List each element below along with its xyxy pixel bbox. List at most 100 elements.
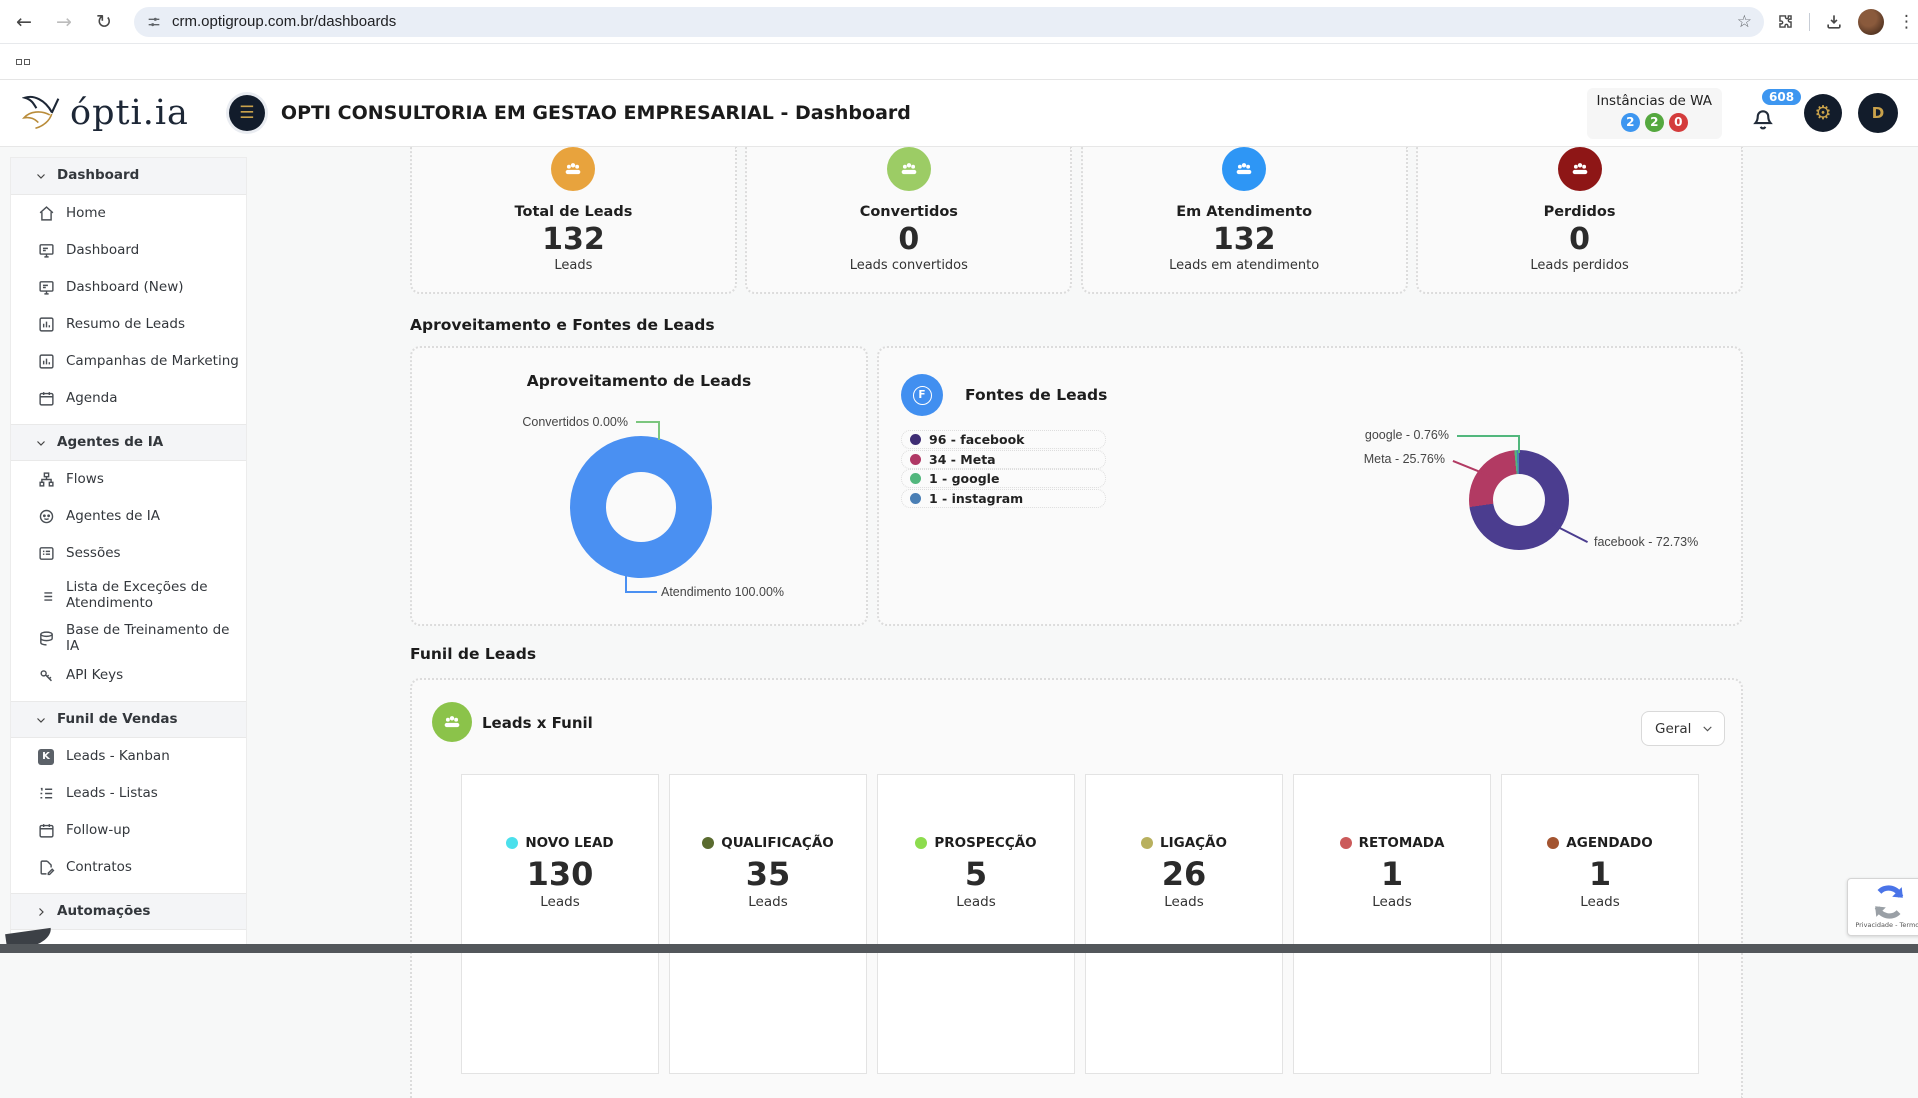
- database-icon: [38, 630, 55, 647]
- sidebar-item-dashboard-new[interactable]: Dashboard (New): [11, 269, 246, 306]
- section-label: Automações: [57, 904, 150, 920]
- sidebar-item-leads-kanban[interactable]: K Leads - Kanban: [11, 738, 246, 775]
- stage-name: LIGAÇÃO: [1160, 835, 1227, 851]
- app-logo[interactable]: ópti.ia: [22, 92, 189, 134]
- card-leads-x-funil: Leads x Funil Geral NOVO LEAD 130 Leads …: [410, 678, 1743, 1098]
- stat-card-em-atendimento: Em Atendimento 132 Leads em atendimento: [1081, 147, 1408, 294]
- reload-icon[interactable]: ↻: [88, 6, 120, 38]
- stat-value: 0: [747, 222, 1070, 257]
- bar-chart-icon: [38, 353, 55, 370]
- sidebar-item-flows[interactable]: Flows: [11, 461, 246, 498]
- bot-icon: [38, 508, 55, 525]
- stat-value: 132: [412, 222, 735, 257]
- filter-value: Geral: [1655, 721, 1691, 737]
- sidebar-item-dashboard[interactable]: Dashboard: [11, 232, 246, 269]
- gear-icon: ⚙: [1814, 102, 1831, 124]
- card-aproveitamento-de-leads: Aproveitamento de Leads Convertidos 0.00…: [410, 346, 868, 626]
- legend-label: 34 - Meta: [929, 452, 996, 467]
- bookmarks-bar: [0, 44, 1918, 80]
- hummingbird-logo-icon: [22, 92, 68, 134]
- back-icon[interactable]: ←: [8, 6, 40, 38]
- sidebar-item-contratos[interactable]: Contratos: [11, 849, 246, 886]
- wa-badge-connected: 2: [1621, 113, 1640, 132]
- legend-item-google[interactable]: 1 - google: [901, 469, 1106, 488]
- calendar-icon: [38, 390, 55, 407]
- bar-chart-icon: [38, 316, 55, 333]
- bookmark-star-icon[interactable]: ☆: [1737, 12, 1752, 32]
- stats-row: Total de Leads 132 Leads Convertidos 0 L…: [410, 147, 1743, 294]
- home-icon: [38, 205, 55, 222]
- browser-profile-avatar[interactable]: [1858, 9, 1884, 35]
- item-label: Sessões: [66, 546, 121, 562]
- item-label: Dashboard (New): [66, 280, 184, 296]
- stat-title: Convertidos: [747, 204, 1070, 220]
- browser-menu-icon[interactable]: ⋮: [1898, 12, 1915, 32]
- item-label: Lista de Exceções de Atendimento: [66, 580, 216, 611]
- sidebar-item-agentes-de-ia[interactable]: Agentes de IA: [11, 498, 246, 535]
- numbered-list-icon: [38, 785, 55, 802]
- sidebar-item-agenda[interactable]: Agenda: [11, 380, 246, 417]
- wa-instances-chip[interactable]: Instâncias de WA 2 2 0: [1587, 88, 1722, 139]
- site-info-tune-icon[interactable]: [146, 14, 162, 30]
- extensions-icon[interactable]: [1776, 12, 1795, 31]
- forward-icon[interactable]: →: [48, 6, 80, 38]
- item-label: Contratos: [66, 860, 132, 876]
- url-bar[interactable]: crm.optigroup.com.br/dashboards ☆: [134, 7, 1764, 37]
- sidebar-item-home[interactable]: Home: [11, 195, 246, 232]
- chevron-down-icon: [35, 714, 47, 726]
- stage-card-ligacao: LIGAÇÃO 26 Leads: [1085, 774, 1283, 1074]
- page-title: OPTI CONSULTORIA EM GESTAO EMPRESARIAL -…: [281, 102, 911, 124]
- recaptcha-badge[interactable]: Privacidade - Termos: [1847, 878, 1918, 936]
- sidebar-item-base-de-treinamento[interactable]: Base de Treinamento de IA: [11, 620, 246, 657]
- sidebar-section-automacoes[interactable]: Automações: [11, 893, 246, 930]
- stage-unit: Leads: [878, 894, 1074, 910]
- list-box-icon: [38, 545, 55, 562]
- item-label: Agenda: [66, 391, 118, 407]
- settings-button[interactable]: ⚙: [1804, 94, 1842, 132]
- legend-item-meta[interactable]: 34 - Meta: [901, 450, 1106, 469]
- user-avatar[interactable]: D: [1858, 93, 1898, 133]
- apps-grid-icon[interactable]: [16, 59, 30, 65]
- stage-card-retomada: RETOMADA 1 Leads: [1293, 774, 1491, 1074]
- stat-value: 132: [1083, 222, 1406, 257]
- sidebar-item-leads-listas[interactable]: Leads - Listas: [11, 775, 246, 812]
- legend-item-instagram[interactable]: 1 - instagram: [901, 489, 1106, 508]
- stage-value: 1: [1294, 855, 1490, 893]
- funnel-stages: NOVO LEAD 130 Leads QUALIFICAÇÃO 35 Lead…: [461, 774, 1699, 1074]
- sidebar-toggle-button[interactable]: ☰: [229, 95, 265, 131]
- sidebar-section-dashboard[interactable]: Dashboard: [11, 158, 246, 195]
- downloads-icon[interactable]: [1824, 12, 1844, 32]
- section-label: Dashboard: [57, 168, 139, 184]
- stage-value: 26: [1086, 855, 1282, 893]
- sidebar-item-api-keys[interactable]: API Keys: [11, 657, 246, 694]
- funnel-filter-select[interactable]: Geral: [1641, 711, 1725, 746]
- leads-group-icon: [551, 147, 595, 191]
- stat-title: Total de Leads: [412, 204, 735, 220]
- notifications-button[interactable]: 608: [1748, 95, 1782, 131]
- stage-dot: [915, 837, 927, 849]
- sidebar-item-follow-up[interactable]: Follow-up: [11, 812, 246, 849]
- sidebar-item-resumo-de-leads[interactable]: Resumo de Leads: [11, 306, 246, 343]
- sidebar-item-campanhas-de-marketing[interactable]: Campanhas de Marketing: [11, 343, 246, 380]
- stat-title: Em Atendimento: [1083, 204, 1406, 220]
- stat-card-total-de-leads: Total de Leads 132 Leads: [410, 147, 737, 294]
- sidebar-section-funil-de-vendas[interactable]: Funil de Vendas: [11, 701, 246, 738]
- stage-value: 130: [462, 855, 658, 893]
- item-label: Follow-up: [66, 823, 130, 839]
- legend-dot: [910, 454, 921, 465]
- stage-name: PROSPECÇÃO: [934, 835, 1036, 851]
- stage-card-agendado: AGENDADO 1 Leads: [1501, 774, 1699, 1074]
- recaptcha-icon: [1872, 885, 1906, 919]
- section-title-aproveitamento: Aproveitamento e Fontes de Leads: [410, 316, 715, 334]
- stat-card-perdidos: Perdidos 0 Leads perdidos: [1416, 147, 1743, 294]
- sidebar-section-agentes-de-ia[interactable]: Agentes de IA: [11, 424, 246, 461]
- notification-count-badge: 608: [1760, 87, 1803, 107]
- recaptcha-links[interactable]: Privacidade - Termos: [1855, 921, 1918, 929]
- sidebar-item-lista-de-excecoes[interactable]: Lista de Exceções de Atendimento: [11, 572, 246, 620]
- sidebar-item-sessoes[interactable]: Sessões: [11, 535, 246, 572]
- chevron-down-icon: [1701, 722, 1714, 735]
- stage-value: 35: [670, 855, 866, 893]
- fontes-info-icon: F: [901, 374, 943, 416]
- legend-item-facebook[interactable]: 96 - facebook: [901, 430, 1106, 449]
- stage-name: QUALIFICAÇÃO: [721, 835, 834, 851]
